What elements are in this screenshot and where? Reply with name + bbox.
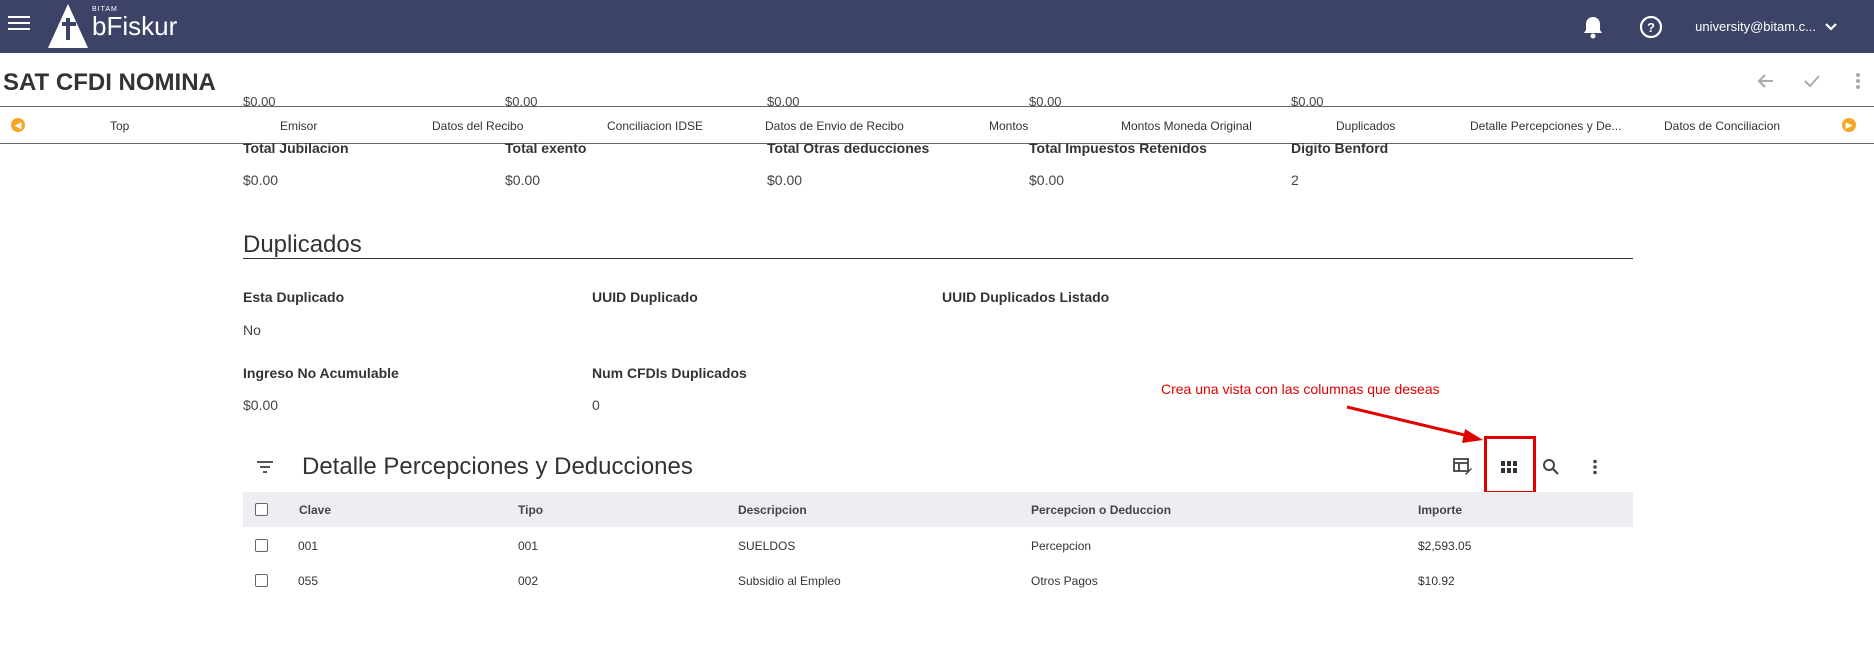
chevron-down-icon[interactable] <box>1824 22 1838 32</box>
field-label: Total Otras deducciones <box>767 140 930 156</box>
nav-item-datos-envio[interactable]: Datos de Envio de Recibo <box>765 119 904 133</box>
ghost-value: $0.00 <box>1029 94 1062 106</box>
ghost-value: $0.00 <box>1291 94 1324 106</box>
scrolled-values-row: $0.00 $0.00 $0.00 $0.00 $0.00 <box>0 92 1874 106</box>
select-all-checkbox[interactable] <box>255 503 268 516</box>
svg-text:?: ? <box>1647 20 1655 35</box>
app-logo[interactable]: BITAM bFiskur <box>48 2 177 50</box>
field-value: 2 <box>1291 172 1299 188</box>
cell-clave: 055 <box>298 574 319 588</box>
nav-item-datos-recibo[interactable]: Datos del Recibo <box>432 119 523 133</box>
ghost-value: $0.00 <box>243 94 276 106</box>
field-label: UUID Duplicados Listado <box>942 289 1110 305</box>
section-heading: Duplicados <box>243 231 362 258</box>
annotation-text: Crea una vista con las columnas que dese… <box>1161 381 1440 397</box>
nav-item-emisor[interactable]: Emisor <box>280 119 317 133</box>
field-label: Total Impuestos Retenidos <box>1029 140 1207 156</box>
nav-item-detalle-percepciones[interactable]: Detalle Percepciones y De... <box>1470 119 1621 133</box>
field-label: Digito Benford <box>1291 140 1389 156</box>
field-value: 0 <box>592 397 600 413</box>
menu-icon[interactable] <box>8 12 30 34</box>
nav-item-datos-conciliacion[interactable]: Datos de Conciliacion <box>1664 119 1780 133</box>
cell-descripcion: SUELDOS <box>738 539 796 553</box>
column-view-icon[interactable] <box>1497 455 1521 479</box>
app-header: BITAM bFiskur ? university@bitam.c... <box>0 0 1874 53</box>
nav-prev-arrow-icon[interactable]: ◀ <box>11 118 25 132</box>
field-label: Ingreso No Acumulable <box>243 365 399 381</box>
column-header-tipo[interactable]: Tipo <box>518 503 543 517</box>
brand-small: BITAM <box>92 6 118 13</box>
cell-descripcion: Subsidio al Empleo <box>738 574 841 588</box>
ghost-value: $0.00 <box>767 94 800 106</box>
user-email[interactable]: university@bitam.c... <box>1695 19 1816 34</box>
column-header-descripcion[interactable]: Descripcion <box>738 503 807 517</box>
filter-icon[interactable] <box>253 455 277 479</box>
more-vert-icon[interactable] <box>1846 69 1870 93</box>
help-icon[interactable]: ? <box>1637 13 1665 41</box>
column-header-importe[interactable]: Importe <box>1418 503 1462 517</box>
field-value: No <box>243 322 261 338</box>
grid-title: Detalle Percepciones y Deducciones <box>302 453 693 480</box>
nav-item-top[interactable]: Top <box>110 119 129 133</box>
field-value: $0.00 <box>767 172 803 188</box>
field-label: Num CFDIs Duplicados <box>592 365 747 381</box>
nav-next-arrow-icon[interactable]: ▶ <box>1842 118 1856 132</box>
annotation-arrow <box>1346 405 1483 443</box>
table-header: Clave Tipo Descripcion Percepcion o Dedu… <box>243 492 1633 527</box>
more-vert-icon[interactable] <box>1583 455 1607 479</box>
nav-item-conciliacion-idse[interactable]: Conciliacion IDSE <box>607 119 703 133</box>
nav-item-montos-moneda[interactable]: Montos Moneda Original <box>1121 119 1252 133</box>
section-nav: ◀ Top Emisor Datos del Recibo Conciliaci… <box>0 106 1874 144</box>
check-icon[interactable] <box>1800 69 1824 93</box>
field-value: $0.00 <box>505 172 541 188</box>
field-label: UUID Duplicado <box>592 289 698 305</box>
bfiskur-logo-icon <box>48 4 88 48</box>
column-header-clave[interactable]: Clave <box>299 503 331 517</box>
nav-item-montos[interactable]: Montos <box>989 119 1028 133</box>
cell-percepcion-deduccion: Otros Pagos <box>1031 574 1098 588</box>
field-label: Total exento <box>505 140 587 156</box>
section-divider <box>243 258 1633 259</box>
column-header-percepcion-deduccion[interactable]: Percepcion o Deduccion <box>1031 503 1171 517</box>
ghost-value: $0.00 <box>505 94 538 106</box>
cell-percepcion-deduccion: Percepcion <box>1031 539 1092 553</box>
cell-tipo: 002 <box>518 574 539 588</box>
row-checkbox[interactable] <box>255 574 268 587</box>
nav-item-duplicados[interactable]: Duplicados <box>1336 119 1395 133</box>
brand-name: bFiskur <box>92 11 178 41</box>
edit-view-icon[interactable] <box>1451 455 1475 479</box>
field-label: Esta Duplicado <box>243 289 345 305</box>
field-label: Total Jubilacion <box>243 140 349 156</box>
cell-clave: 001 <box>298 539 319 553</box>
field-value: $0.00 <box>1029 172 1065 188</box>
search-icon[interactable] <box>1539 455 1563 479</box>
field-value: $0.00 <box>243 172 279 188</box>
field-value: $0.00 <box>243 397 279 413</box>
row-checkbox[interactable] <box>255 539 268 552</box>
bell-icon[interactable] <box>1579 13 1607 41</box>
back-arrow-icon[interactable] <box>1754 69 1778 93</box>
cell-importe: $10.92 <box>1418 574 1455 588</box>
cell-importe: $2,593.05 <box>1418 539 1472 553</box>
cell-tipo: 001 <box>518 539 539 553</box>
